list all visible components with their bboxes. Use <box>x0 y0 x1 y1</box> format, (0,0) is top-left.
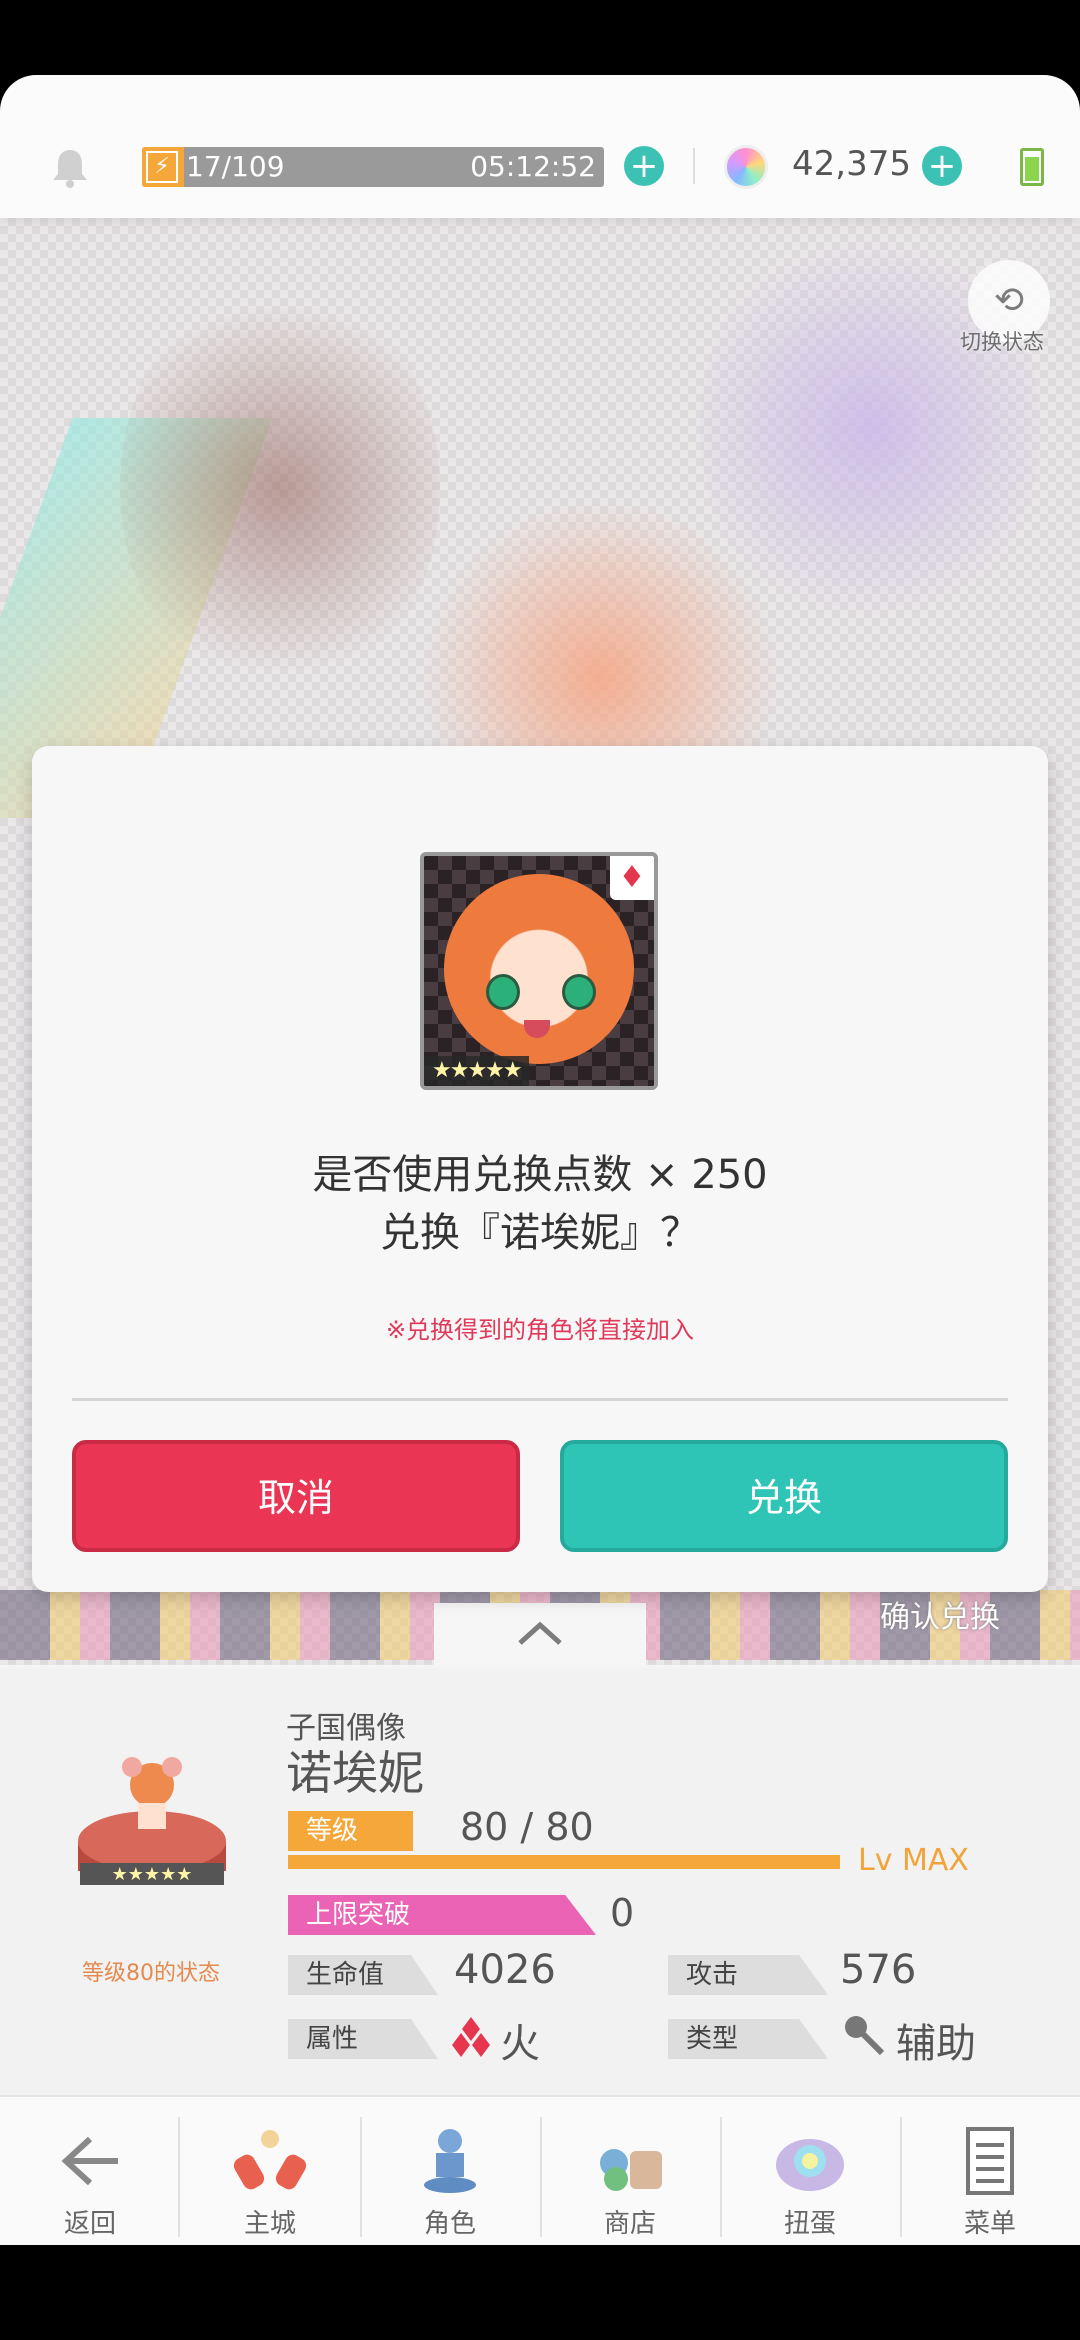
battery-icon <box>1020 148 1044 186</box>
attribute-tag: 属性 <box>288 2019 438 2059</box>
hp-value: 4026 <box>454 1947 556 1993</box>
exchange-target: 兑换『诺埃妮』？ <box>380 1210 700 1256</box>
level-progress-bar <box>288 1855 840 1869</box>
character-portrait: ♦ ★★★★★ <box>420 852 658 1090</box>
exchange-button[interactable]: 兑换 <box>560 1440 1008 1552</box>
gem-icon <box>724 145 768 189</box>
stamina-timer: 05:12:52 <box>470 150 596 183</box>
diamond-suit-icon: ♦ <box>610 856 654 900</box>
nav-menu-label: 菜单 <box>963 2209 1016 2239</box>
stamina-value: 17/109 <box>186 150 285 183</box>
sprite-caption: 等级80的状态 <box>82 1961 220 1986</box>
stamina-bar: ⚡ 17/109 05:12:52 <box>142 147 604 187</box>
lightning-icon: ⚡ <box>146 151 178 183</box>
limit-break-value: 0 <box>610 1891 635 1935</box>
rarity-stars: ★★★★★ <box>424 1056 529 1086</box>
exchange-note: ※兑换得到的角色将直接加入 <box>385 1316 695 1344</box>
microphone-icon <box>845 2016 885 2056</box>
nav-menu[interactable]: 菜单 <box>900 2097 1080 2247</box>
attribute-value: 火 <box>500 2021 540 2067</box>
divider <box>693 148 695 184</box>
level-tag: 等级 <box>288 1811 444 1851</box>
back-arrow-icon <box>61 2136 118 2186</box>
bottom-navigation: 返回 主城 角色 商店 扭蛋 菜单 <box>0 2095 1080 2247</box>
character-info-panel: ★★★★★ 等级80的状态 子国偶像 诺埃妮 等级 80 / 80 Lv MAX… <box>0 1665 1080 2095</box>
attack-tag: 攻击 <box>668 1955 828 1995</box>
character-icon <box>424 2129 476 2193</box>
nav-character[interactable]: 角色 <box>360 2097 540 2247</box>
gem-count: 42,375 <box>792 144 911 184</box>
nav-shop-label: 商店 <box>603 2209 656 2239</box>
town-icon <box>233 2130 307 2190</box>
fire-attribute-icon <box>452 2017 490 2057</box>
cancel-button[interactable]: 取消 <box>72 1440 520 1552</box>
nav-back-label: 返回 <box>63 2209 116 2239</box>
limit-break-tag: 上限突破 <box>288 1895 596 1935</box>
nav-back[interactable]: 返回 <box>0 2097 180 2247</box>
level-value: 80 / 80 <box>460 1805 594 1849</box>
dialog-divider <box>72 1398 1008 1401</box>
type-value: 辅助 <box>896 2021 976 2067</box>
exchange-dialog: ♦ ★★★★★ 是否使用兑换点数 × 250 兑换『诺埃妮』？ ※兑换得到的角色… <box>32 746 1048 1592</box>
nav-town-label: 主城 <box>243 2209 296 2239</box>
type-tag: 类型 <box>668 2019 828 2059</box>
exchange-question: 是否使用兑换点数 × 250 <box>312 1152 768 1198</box>
character-name: 诺埃妮 <box>286 1746 424 1800</box>
nav-character-label: 角色 <box>423 2209 476 2239</box>
shop-bag-icon <box>600 2149 662 2191</box>
menu-list-icon <box>966 2127 1014 2195</box>
system-nav-area <box>0 2245 1080 2340</box>
nav-shop[interactable]: 商店 <box>540 2097 720 2247</box>
nav-gacha[interactable]: 扭蛋 <box>720 2097 900 2247</box>
add-stamina-button[interactable]: + <box>624 146 664 186</box>
nav-town[interactable]: 主城 <box>180 2097 360 2247</box>
nav-gacha-label: 扭蛋 <box>783 2209 836 2239</box>
svg-text:★★★★★: ★★★★★ <box>112 1864 193 1885</box>
bell-icon[interactable] <box>48 146 92 190</box>
add-gems-button[interactable]: + <box>922 146 962 186</box>
gacha-icon <box>776 2139 844 2191</box>
hp-tag: 生命值 <box>288 1955 438 1995</box>
level-max-label: Lv MAX <box>858 1843 969 1878</box>
attack-value: 576 <box>840 1947 917 1993</box>
character-sprite: ★★★★★ <box>78 1757 226 1885</box>
